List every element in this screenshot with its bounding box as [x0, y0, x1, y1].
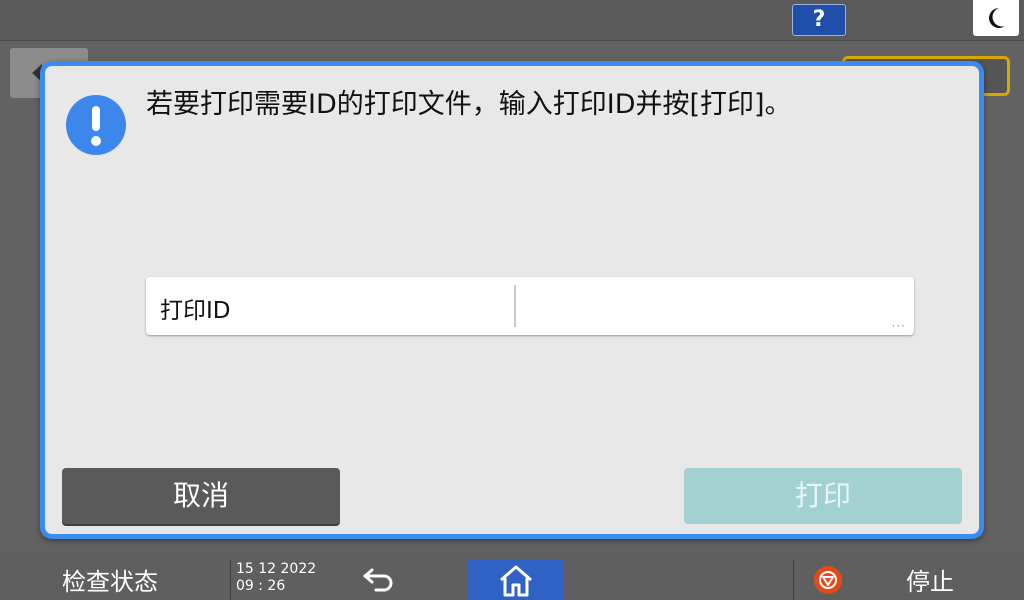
print-id-field[interactable]: 打印ID ··· [146, 277, 914, 335]
divider [230, 560, 231, 600]
divider [793, 560, 794, 600]
more-indicator-icon: ··· [891, 319, 906, 333]
home-icon [500, 565, 532, 597]
field-divider [514, 285, 516, 327]
stop-icon[interactable] [814, 566, 842, 594]
print-id-input[interactable] [518, 281, 902, 331]
print-button[interactable]: 打印 [684, 468, 962, 524]
print-id-label: 打印ID [160, 298, 231, 324]
check-status-button[interactable]: 检查状态 [62, 562, 158, 597]
date-time: 15 12 2022 09 : 26 [236, 561, 316, 595]
print-id-dialog: 若要打印需要ID的打印文件，输入打印ID并按[打印]。 打印ID ··· 取消 … [40, 61, 984, 539]
date-text: 15 12 2022 [236, 561, 317, 577]
exclamation-icon [66, 95, 126, 155]
dialog-message: 若要打印需要ID的打印文件，输入打印ID并按[打印]。 [146, 89, 792, 120]
night-mode-button[interactable] [973, 0, 1019, 36]
cancel-button[interactable]: 取消 [62, 468, 340, 524]
undo-arrow-icon[interactable] [362, 566, 398, 592]
stop-button[interactable]: 停止 [906, 562, 954, 597]
moon-icon [989, 8, 1005, 28]
help-button[interactable]: ? [792, 4, 846, 36]
top-bar: ? [0, 0, 1024, 41]
time-text: 09 : 26 [236, 578, 286, 594]
bottom-bar: 检查状态 15 12 2022 09 : 26 停止 [0, 552, 1024, 600]
home-button[interactable] [468, 560, 564, 600]
